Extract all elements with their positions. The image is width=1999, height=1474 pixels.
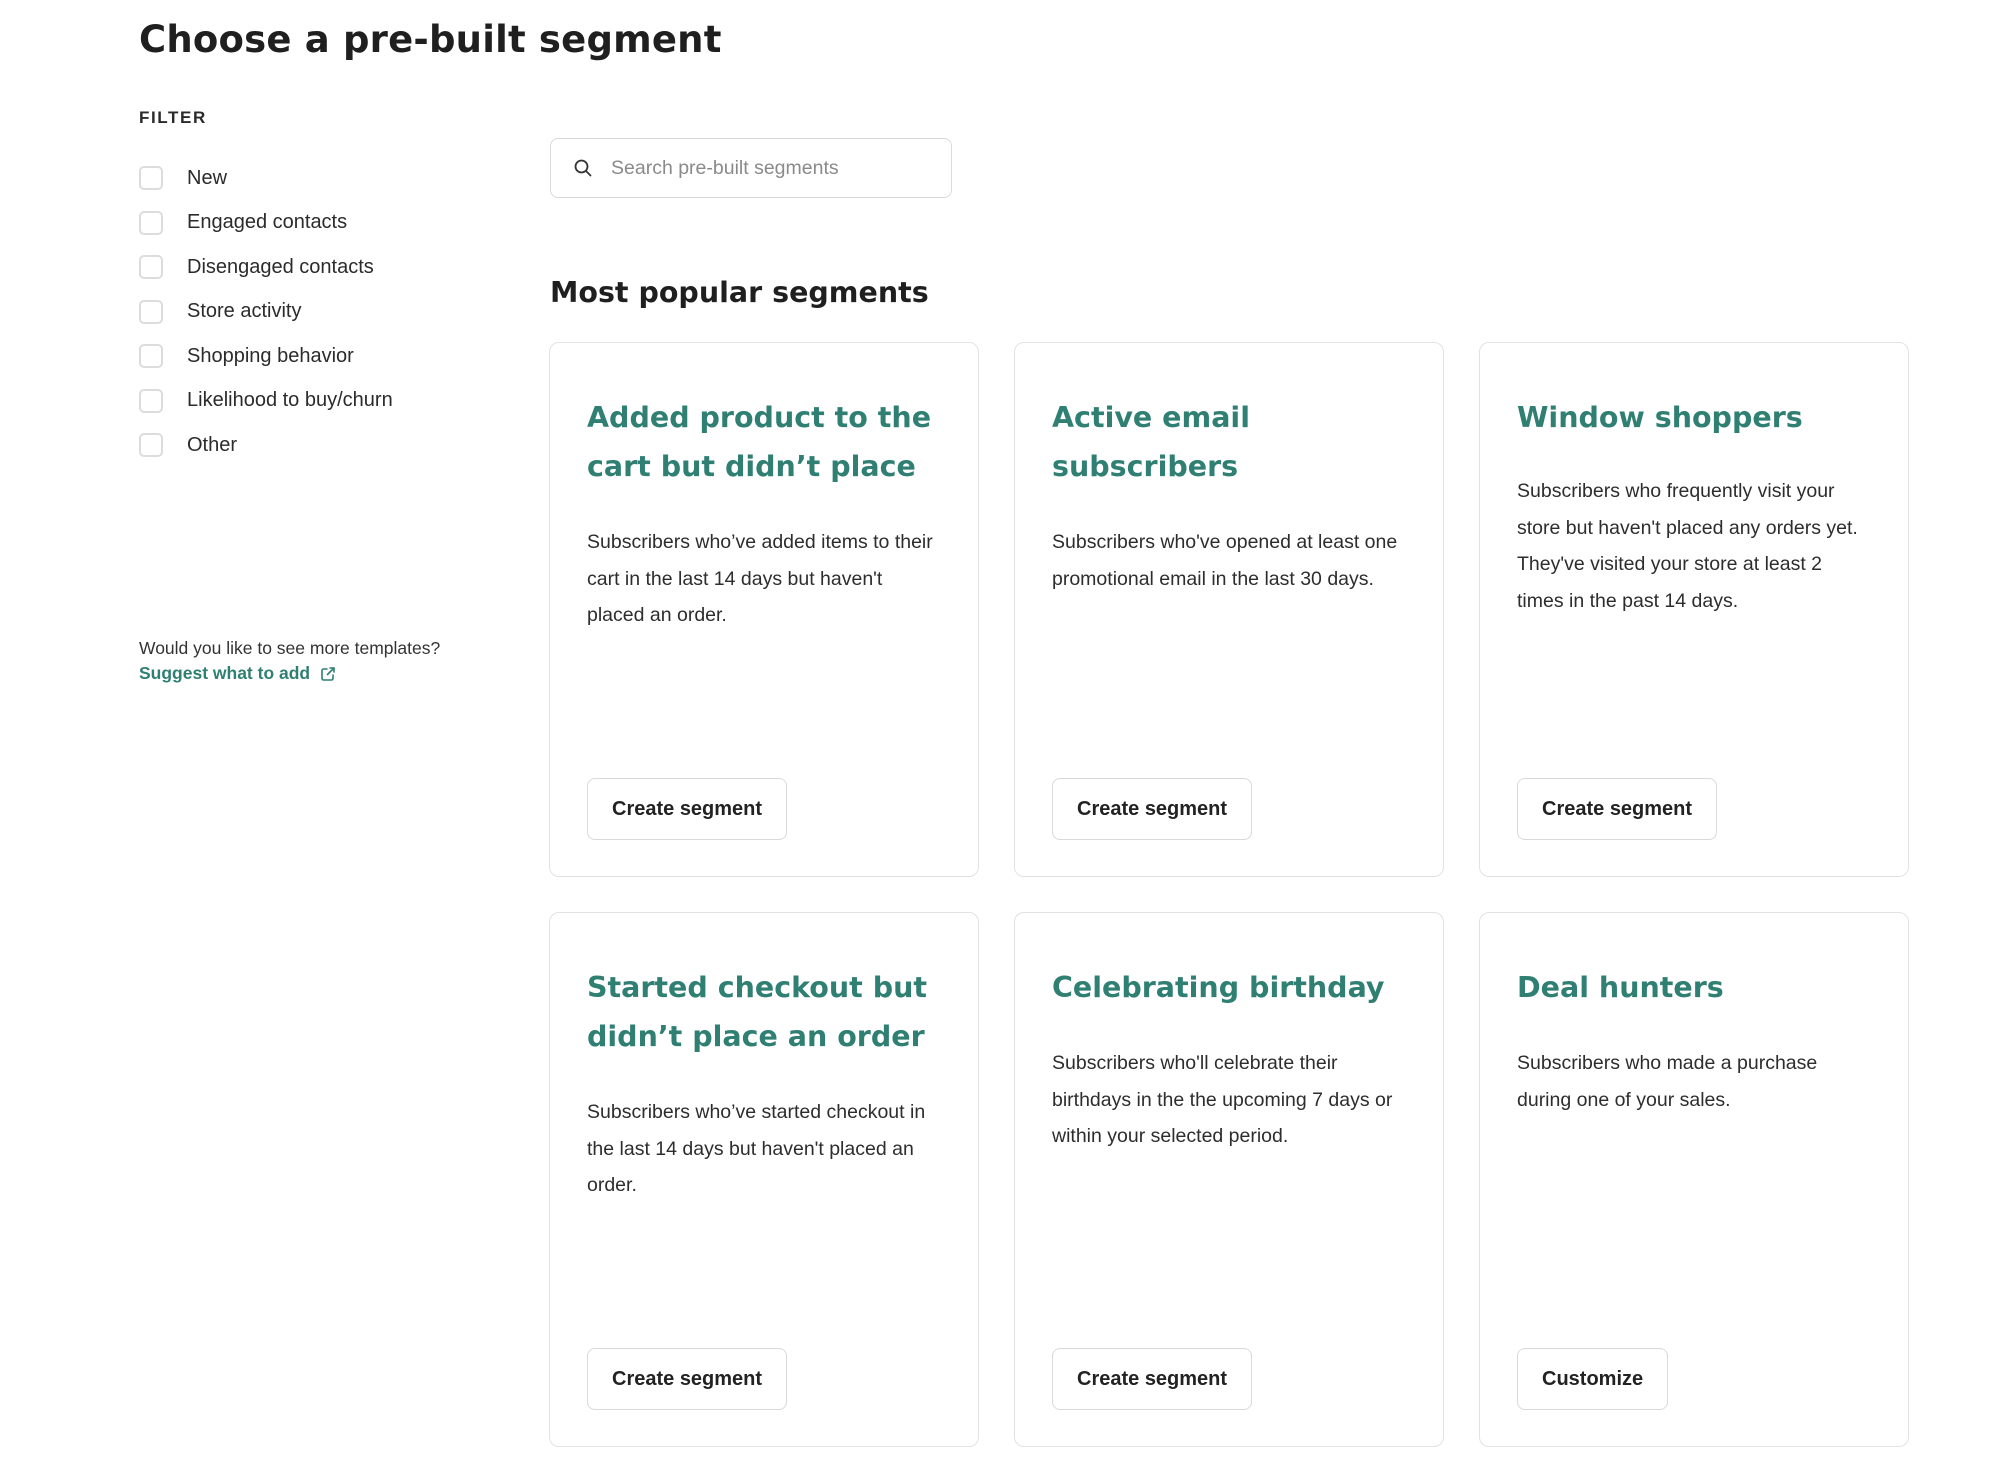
create-segment-button[interactable]: Create segment [587,1348,788,1410]
filter-checkbox[interactable] [139,299,163,324]
filter-label: Disengaged contacts [187,255,374,278]
more-templates-text: Would you like to see more templates? [139,638,441,658]
create-segment-button[interactable]: Create segment [587,778,788,840]
external-link-icon [321,666,335,681]
filter-label: New [187,166,228,189]
segment-card: Added product to the cart but didn’t pla… [549,342,979,877]
section-title: Most popular segments [550,276,929,309]
filter-label: Store activity [187,300,302,323]
segment-cards-grid: Added product to the cart but didn’t pla… [549,342,1909,1447]
filter-label: Other [187,433,238,456]
filter-checkbox[interactable] [139,433,163,458]
search-box[interactable] [550,138,952,198]
filter-checkbox[interactable] [139,210,163,235]
create-segment-button[interactable]: Create segment [1052,778,1253,840]
segment-card: Celebrating birthday Subscribers who'll … [1014,912,1444,1447]
segment-card: Deal hunters Subscribers who made a purc… [1479,912,1909,1447]
card-title: Active email subscribers [1052,401,1250,483]
filter-checkbox[interactable] [139,388,163,413]
card-description: Subscribers who'll celebrate their birth… [1052,1052,1393,1147]
filter-checkbox[interactable] [139,255,163,280]
card-description: Subscribers who’ve added items to their … [587,531,933,626]
card-title: Started checkout but didn’t place an ord… [587,971,928,1053]
filter-checkbox[interactable] [139,344,163,369]
card-title: Window shoppers [1517,401,1803,434]
filter-list: New Engaged contacts Disengaged contacts… [139,148,519,476]
filter-sidebar: FILTER New Engaged contacts Disengaged c… [139,108,519,476]
card-title: Added product to the cart but didn’t pla… [587,401,932,483]
filter-label: Engaged contacts [187,211,348,234]
card-title: Deal hunters [1517,971,1724,1004]
create-segment-button[interactable]: Create segment [1052,1348,1253,1410]
segment-card: Active email subscribers Subscribers who… [1014,342,1444,877]
card-description: Subscribers who’ve started checkout in t… [587,1101,926,1196]
filter-item-other[interactable]: Other [139,415,519,476]
card-title: Celebrating birthday [1052,971,1385,1004]
card-description: Subscribers who frequently visit your st… [1517,480,1858,612]
filter-checkbox[interactable] [139,166,163,191]
card-description: Subscribers who've opened at least one p… [1052,531,1398,590]
search-input[interactable] [611,156,931,180]
filter-label: Likelihood to buy/churn [187,389,393,412]
create-segment-button[interactable]: Create segment [1517,778,1718,840]
card-description: Subscribers who made a purchase during o… [1517,1052,1818,1111]
search-icon [574,159,592,177]
page-title: Choose a pre-built segment [139,18,722,61]
suggest-link-label: Suggest what to add [139,663,311,683]
page: Choose a pre-built segment FILTER New En… [0,0,1999,1474]
customize-button[interactable]: Customize [1517,1348,1669,1410]
segment-card: Started checkout but didn’t place an ord… [549,912,979,1447]
segment-card: Window shoppers Subscribers who frequent… [1479,342,1909,877]
filter-heading: FILTER [139,108,207,127]
suggest-link[interactable]: Suggest what to add [139,663,336,684]
filter-label: Shopping behavior [187,344,354,367]
